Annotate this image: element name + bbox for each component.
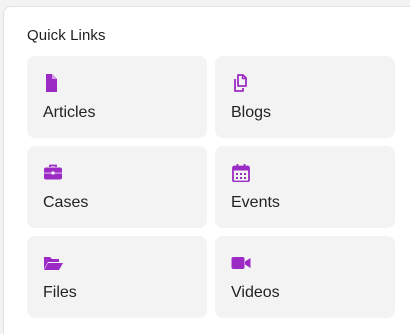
- quick-link-label: Events: [231, 194, 280, 211]
- calendar-icon: [231, 164, 251, 182]
- panel-title: Quick Links: [27, 27, 106, 44]
- quick-link-label: Files: [43, 284, 77, 301]
- document-icon: [43, 74, 63, 92]
- quick-link-files[interactable]: Files: [27, 236, 207, 318]
- quick-link-label: Articles: [43, 104, 96, 121]
- briefcase-icon: [43, 164, 63, 182]
- folder-open-icon: [43, 254, 63, 272]
- quick-links-grid: Articles Blogs Cases Events Files Videos: [27, 56, 395, 318]
- quick-link-label: Blogs: [231, 104, 272, 121]
- quick-link-cases[interactable]: Cases: [27, 146, 207, 228]
- video-camera-icon: [231, 254, 251, 272]
- quick-link-label: Videos: [231, 284, 280, 301]
- quick-link-articles[interactable]: Articles: [27, 56, 207, 138]
- copy-icon: [231, 74, 251, 92]
- quick-link-events[interactable]: Events: [215, 146, 395, 228]
- quick-link-blogs[interactable]: Blogs: [215, 56, 395, 138]
- quick-link-videos[interactable]: Videos: [215, 236, 395, 318]
- quick-links-panel: Quick Links Articles Blogs Cases Events …: [3, 6, 410, 334]
- quick-link-label: Cases: [43, 194, 89, 211]
